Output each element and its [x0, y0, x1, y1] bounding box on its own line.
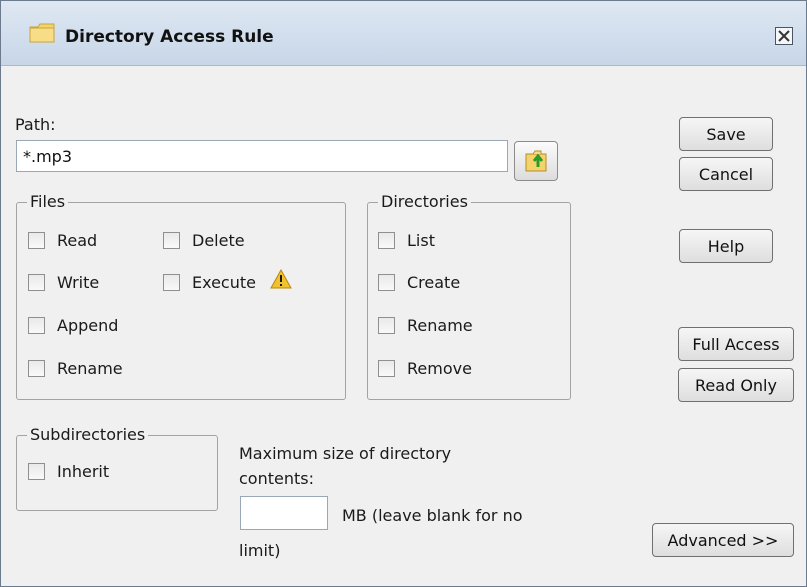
list-checkbox[interactable] [378, 232, 395, 249]
dir-rename-label: Rename [407, 316, 473, 335]
delete-checkbox[interactable] [163, 232, 180, 249]
remove-label: Remove [407, 359, 472, 378]
list-label: List [407, 231, 435, 250]
folder-browse-icon [525, 150, 547, 172]
full-access-button[interactable]: Full Access [678, 327, 794, 361]
remove-checkbox[interactable] [378, 360, 395, 377]
max-size-hint-line1: MB (leave blank for no [342, 506, 523, 525]
inherit-label: Inherit [57, 462, 110, 481]
subdirectories-group: Subdirectories [16, 425, 218, 511]
max-size-label-line1: Maximum size of directory [239, 444, 452, 463]
file-rename-checkbox[interactable] [28, 360, 45, 377]
write-checkbox[interactable] [28, 274, 45, 291]
help-button[interactable]: Help [679, 229, 773, 263]
max-size-input[interactable] [240, 496, 328, 530]
write-label: Write [57, 273, 100, 292]
dir-rename-checkbox[interactable] [378, 317, 395, 334]
folder-icon [29, 23, 55, 43]
max-size-label-line2: contents: [239, 469, 314, 488]
dialog-title: Directory Access Rule [65, 27, 274, 47]
cancel-button[interactable]: Cancel [679, 157, 773, 191]
path-input[interactable] [16, 140, 508, 172]
path-label: Path: [15, 115, 56, 134]
execute-label: Execute [192, 273, 256, 292]
execute-checkbox[interactable] [163, 274, 180, 291]
max-size-hint-line2: limit) [239, 541, 281, 560]
directories-legend: Directories [378, 192, 471, 211]
advanced-button[interactable]: Advanced >> [652, 523, 794, 557]
browse-button[interactable] [514, 141, 558, 181]
warning-icon [270, 269, 292, 289]
directory-access-rule-dialog: Directory Access Rule Path: Files Read W… [0, 0, 807, 587]
title-bar: Directory Access Rule [1, 1, 806, 66]
create-label: Create [407, 273, 461, 292]
read-label: Read [57, 231, 98, 250]
read-checkbox[interactable] [28, 232, 45, 249]
create-checkbox[interactable] [378, 274, 395, 291]
delete-label: Delete [192, 231, 245, 250]
close-icon[interactable] [775, 27, 793, 45]
file-rename-label: Rename [57, 359, 123, 378]
inherit-checkbox[interactable] [28, 463, 45, 480]
save-button[interactable]: Save [679, 117, 773, 151]
files-legend: Files [27, 192, 69, 211]
append-checkbox[interactable] [28, 317, 45, 334]
subdirectories-legend: Subdirectories [27, 425, 149, 444]
append-label: Append [57, 316, 119, 335]
read-only-button[interactable]: Read Only [678, 368, 794, 402]
